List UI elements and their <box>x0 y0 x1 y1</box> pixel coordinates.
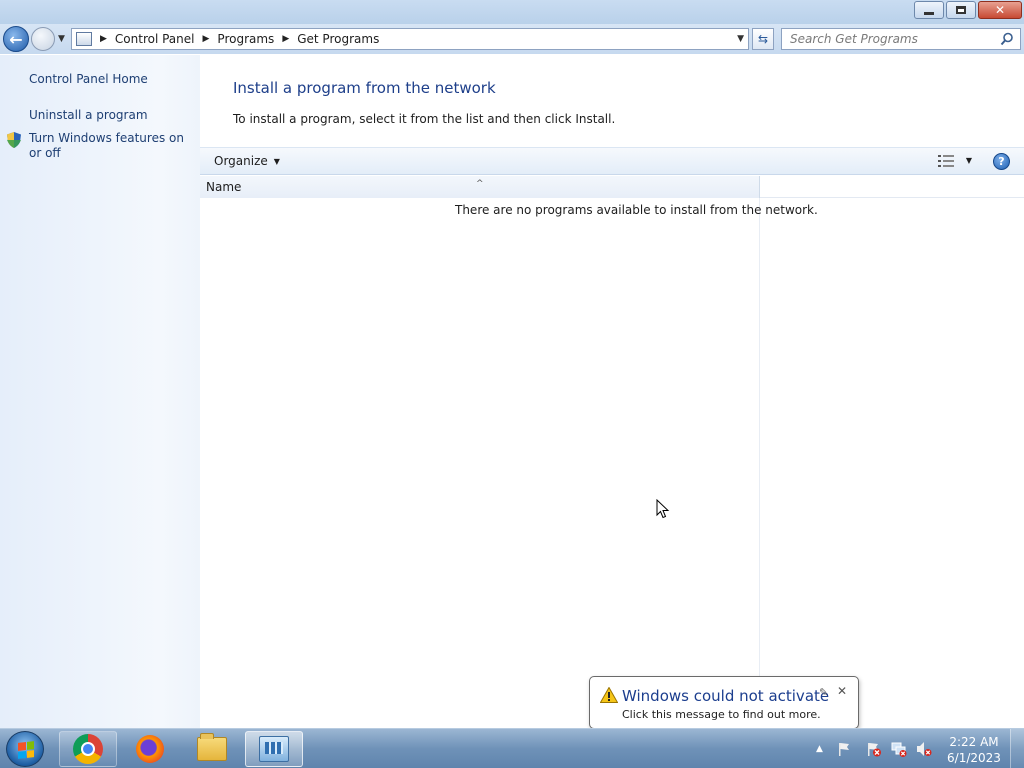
action-center-warning-icon[interactable] <box>866 741 882 757</box>
change-view-icon[interactable] <box>938 155 954 167</box>
tasks-pane: Control Panel Home Uninstall a program T… <box>0 55 200 728</box>
recent-pages-dropdown[interactable]: ▼ <box>58 34 65 44</box>
restore-icon <box>956 6 966 14</box>
help-icon[interactable]: ? <box>993 153 1010 170</box>
column-header-label: Name <box>206 180 242 194</box>
notification-options-icon[interactable]: ✎ <box>819 686 828 699</box>
breadcrumb-label: Programs <box>217 32 275 46</box>
notification-message: Click this message to find out more. <box>622 708 821 721</box>
windows-logo-icon <box>18 741 34 759</box>
column-header-name[interactable]: Name ^ <box>200 176 760 198</box>
taskbar-file-explorer[interactable] <box>183 731 241 767</box>
notification-close-icon[interactable]: ✕ <box>837 684 847 698</box>
clock-time: 2:22 AM <box>949 735 999 749</box>
control-panel-icon <box>76 32 92 46</box>
show-desktop-button[interactable] <box>1010 729 1024 768</box>
show-hidden-icons-arrow[interactable]: ▲ <box>816 744 823 754</box>
minimize-button[interactable] <box>914 1 944 19</box>
instruction-text: To install a program, select it from the… <box>233 112 616 126</box>
organize-button[interactable]: Organize ▼ <box>214 154 280 168</box>
command-bar: Organize ▼ ▼ ? <box>200 147 1024 175</box>
taskbar-firefox[interactable] <box>121 731 179 767</box>
breadcrumb-label: Control Panel <box>114 32 195 46</box>
clock-date: 6/1/2023 <box>947 751 1001 765</box>
search-input[interactable] <box>782 29 992 49</box>
volume-muted-icon[interactable] <box>916 741 932 757</box>
search-icon[interactable] <box>1000 32 1014 46</box>
forward-button[interactable] <box>31 27 55 51</box>
mouse-cursor-icon <box>656 499 670 519</box>
close-button[interactable]: ✕ <box>978 1 1022 19</box>
organize-label: Organize <box>214 154 268 168</box>
taskbar-control-panel[interactable] <box>245 731 303 767</box>
uninstall-program-link[interactable]: Uninstall a program <box>29 108 148 123</box>
breadcrumb-get-programs[interactable]: Get Programs <box>297 32 379 46</box>
taskbar-chrome[interactable] <box>59 731 117 767</box>
address-bar[interactable]: ▶ Control Panel ▶ Programs ▶ Get Programs … <box>71 28 749 50</box>
start-button[interactable] <box>6 731 44 767</box>
breadcrumb-arrow-icon[interactable]: ▶ <box>203 34 210 44</box>
navigation-bar: ← ▼ ▶ Control Panel ▶ Programs ▶ Get Progr… <box>0 24 1024 54</box>
notification-title: Windows could not activate <box>622 687 830 705</box>
address-dropdown-icon[interactable]: ▼ <box>737 34 744 44</box>
breadcrumb-arrow-icon[interactable]: ▶ <box>282 34 289 44</box>
back-button[interactable]: ← <box>3 26 29 52</box>
breadcrumb-programs[interactable]: Programs ▶ <box>217 32 297 46</box>
view-options-dropdown-icon[interactable]: ▼ <box>966 156 972 165</box>
shield-icon <box>7 132 21 148</box>
page-title: Install a program from the network <box>233 79 496 97</box>
refresh-icon: ⇆ <box>757 32 769 46</box>
chevron-down-icon: ▼ <box>273 156 280 166</box>
minimize-icon <box>924 11 934 15</box>
refresh-button[interactable]: ⇆ <box>752 28 774 50</box>
activation-notification[interactable]: Windows could not activate Click this me… <box>589 676 859 740</box>
window-controls: ✕ <box>914 1 1022 19</box>
breadcrumb-label: Get Programs <box>297 32 380 46</box>
control-panel-icon <box>259 736 289 762</box>
taskbar: ▲ 2:22 AM 6/1/2023 <box>0 728 1024 768</box>
title-bar: ✕ <box>0 0 1024 24</box>
system-clock[interactable]: 2:22 AM 6/1/2023 <box>944 734 1004 766</box>
close-icon: ✕ <box>994 3 1006 17</box>
network-icon[interactable] <box>891 741 907 757</box>
action-center-flag-icon[interactable] <box>836 741 852 757</box>
list-header: Name ^ <box>200 176 1024 198</box>
chrome-icon <box>73 734 103 764</box>
column-divider <box>759 198 760 728</box>
main-content: Install a program from the network To in… <box>200 55 1024 728</box>
breadcrumb-control-panel[interactable]: Control Panel ▶ <box>115 32 218 46</box>
warning-icon <box>600 687 618 703</box>
windows-features-link[interactable]: Turn Windows features on or off <box>29 131 194 161</box>
search-box <box>781 28 1021 50</box>
control-panel-home-link[interactable]: Control Panel Home <box>29 72 148 87</box>
restore-button[interactable] <box>946 1 976 19</box>
firefox-icon <box>136 735 164 763</box>
back-arrow-icon: ← <box>9 29 23 49</box>
empty-list-message: There are no programs available to insta… <box>455 203 818 217</box>
sort-ascending-icon: ^ <box>476 179 484 189</box>
file-explorer-icon <box>197 733 227 761</box>
breadcrumb-root-arrow[interactable]: ▶ <box>92 34 115 44</box>
